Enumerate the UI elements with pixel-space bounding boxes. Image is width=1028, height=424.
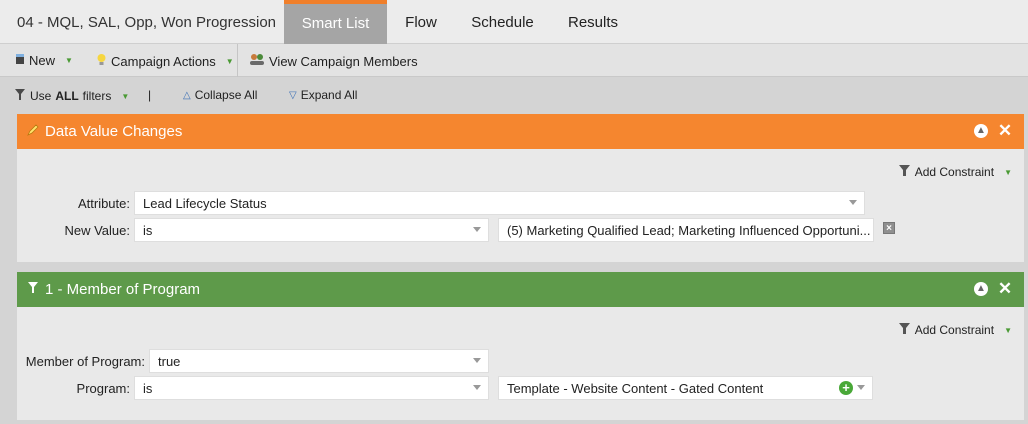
use-label: Use bbox=[30, 89, 52, 103]
attribute-value: Lead Lifecycle Status bbox=[143, 196, 267, 211]
filter-header[interactable]: Data Value Changes ▲ ✕ bbox=[17, 114, 1024, 149]
chevron-down-icon bbox=[473, 227, 481, 232]
new-value-field[interactable]: (5) Marketing Qualified Lead; Marketing … bbox=[498, 218, 874, 242]
toolbar-divider bbox=[237, 44, 238, 77]
operator-value: is bbox=[143, 223, 153, 238]
add-constraint-button[interactable]: Add Constraint ▼ bbox=[898, 322, 1012, 338]
filter-funnel-icon bbox=[898, 322, 911, 338]
dropdown-triangle-icon: ▼ bbox=[121, 91, 130, 101]
use-all-filters-dropdown[interactable]: Use ALL filters ▼ bbox=[14, 88, 129, 104]
chevron-down-icon bbox=[849, 200, 857, 205]
lightbulb-icon bbox=[96, 53, 107, 69]
program-title: 04 - MQL, SAL, Opp, Won Progression bbox=[17, 14, 277, 31]
move-up-icon[interactable]: ▲ bbox=[974, 282, 988, 296]
collapse-all-button[interactable]: △ Collapse All bbox=[183, 88, 257, 102]
new-value-label: New Value: bbox=[64, 223, 130, 238]
member-of-program-select[interactable]: true bbox=[149, 349, 489, 373]
program-value-text: Template - Website Content - Gated Conte… bbox=[507, 381, 764, 396]
member-of-program-value: true bbox=[158, 354, 181, 369]
collapse-all-label: Collapse All bbox=[194, 88, 258, 102]
close-icon[interactable]: ✕ bbox=[998, 280, 1012, 297]
dropdown-triangle-icon: ▼ bbox=[1004, 167, 1012, 177]
close-icon[interactable]: ✕ bbox=[998, 122, 1012, 139]
program-label: Program: bbox=[76, 381, 130, 396]
filters-label: filters bbox=[82, 89, 112, 103]
collapse-triangle-icon: △ bbox=[183, 89, 191, 101]
program-operator-select[interactable]: is bbox=[134, 376, 489, 400]
expand-all-button[interactable]: ▽ Expand All bbox=[289, 88, 357, 102]
filter-title: 1 - Member of Program bbox=[45, 281, 201, 298]
delete-value-icon[interactable]: × bbox=[883, 222, 895, 234]
chevron-down-icon bbox=[473, 385, 481, 390]
filter-panel-data-value-changes: Data Value Changes ▲ ✕ Add Constraint ▼ … bbox=[17, 114, 1024, 262]
campaign-actions-label: Campaign Actions bbox=[111, 53, 216, 69]
move-up-icon[interactable]: ▲ bbox=[974, 124, 988, 138]
use-all-strong: ALL bbox=[55, 89, 79, 103]
pencil-icon bbox=[27, 123, 39, 140]
filter-header[interactable]: 1 - Member of Program ▲ ✕ bbox=[17, 272, 1024, 307]
program-value-select[interactable]: Template - Website Content - Gated Conte… bbox=[498, 376, 873, 400]
filter-bar-separator: | bbox=[148, 88, 152, 102]
expand-triangle-icon: ▽ bbox=[289, 89, 297, 101]
dropdown-triangle-icon: ▼ bbox=[225, 56, 234, 66]
filter-title: Data Value Changes bbox=[45, 123, 183, 140]
view-campaign-members-label: View Campaign Members bbox=[269, 53, 418, 69]
filter-funnel-icon bbox=[27, 281, 39, 298]
new-value-text: (5) Marketing Qualified Lead; Marketing … bbox=[507, 223, 871, 238]
campaign-actions-button[interactable]: Campaign Actions ▼ bbox=[96, 53, 234, 69]
dropdown-triangle-icon: ▼ bbox=[65, 56, 73, 65]
new-button[interactable]: New ▼ bbox=[15, 53, 73, 68]
add-value-icon[interactable]: + bbox=[839, 381, 853, 395]
add-constraint-button[interactable]: Add Constraint ▼ bbox=[898, 164, 1012, 180]
members-icon bbox=[249, 53, 265, 69]
filter-funnel-icon bbox=[14, 88, 26, 104]
program-operator-value: is bbox=[143, 381, 153, 396]
new-document-icon bbox=[15, 53, 25, 68]
member-of-program-label: Member of Program: bbox=[25, 354, 145, 369]
filter-panel-member-of-program: 1 - Member of Program ▲ ✕ Add Constraint… bbox=[17, 272, 1024, 420]
chevron-down-icon bbox=[857, 385, 865, 390]
toolbar: New ▼ Campaign Actions ▼ View Campaign M… bbox=[0, 44, 1028, 77]
new-label: New bbox=[29, 53, 56, 68]
attribute-label: Attribute: bbox=[77, 196, 130, 211]
tab-schedule[interactable]: Schedule bbox=[460, 0, 545, 44]
tab-smart-list[interactable]: Smart List bbox=[284, 0, 387, 44]
attribute-select[interactable]: Lead Lifecycle Status bbox=[134, 191, 865, 215]
add-constraint-label: Add Constraint bbox=[914, 323, 995, 337]
add-constraint-label: Add Constraint bbox=[914, 165, 995, 179]
dropdown-triangle-icon: ▼ bbox=[1004, 325, 1012, 335]
expand-all-label: Expand All bbox=[300, 88, 358, 102]
filter-bar: Use ALL filters ▼ | △ Collapse All ▽ Exp… bbox=[0, 78, 1028, 114]
tab-results[interactable]: Results bbox=[552, 0, 634, 44]
chevron-down-icon bbox=[473, 358, 481, 363]
tab-bar: 04 - MQL, SAL, Opp, Won Progression Smar… bbox=[0, 0, 1028, 44]
view-campaign-members-button[interactable]: View Campaign Members bbox=[249, 53, 418, 69]
operator-select[interactable]: is bbox=[134, 218, 489, 242]
filter-funnel-icon bbox=[898, 164, 911, 180]
tab-flow[interactable]: Flow bbox=[388, 0, 454, 44]
